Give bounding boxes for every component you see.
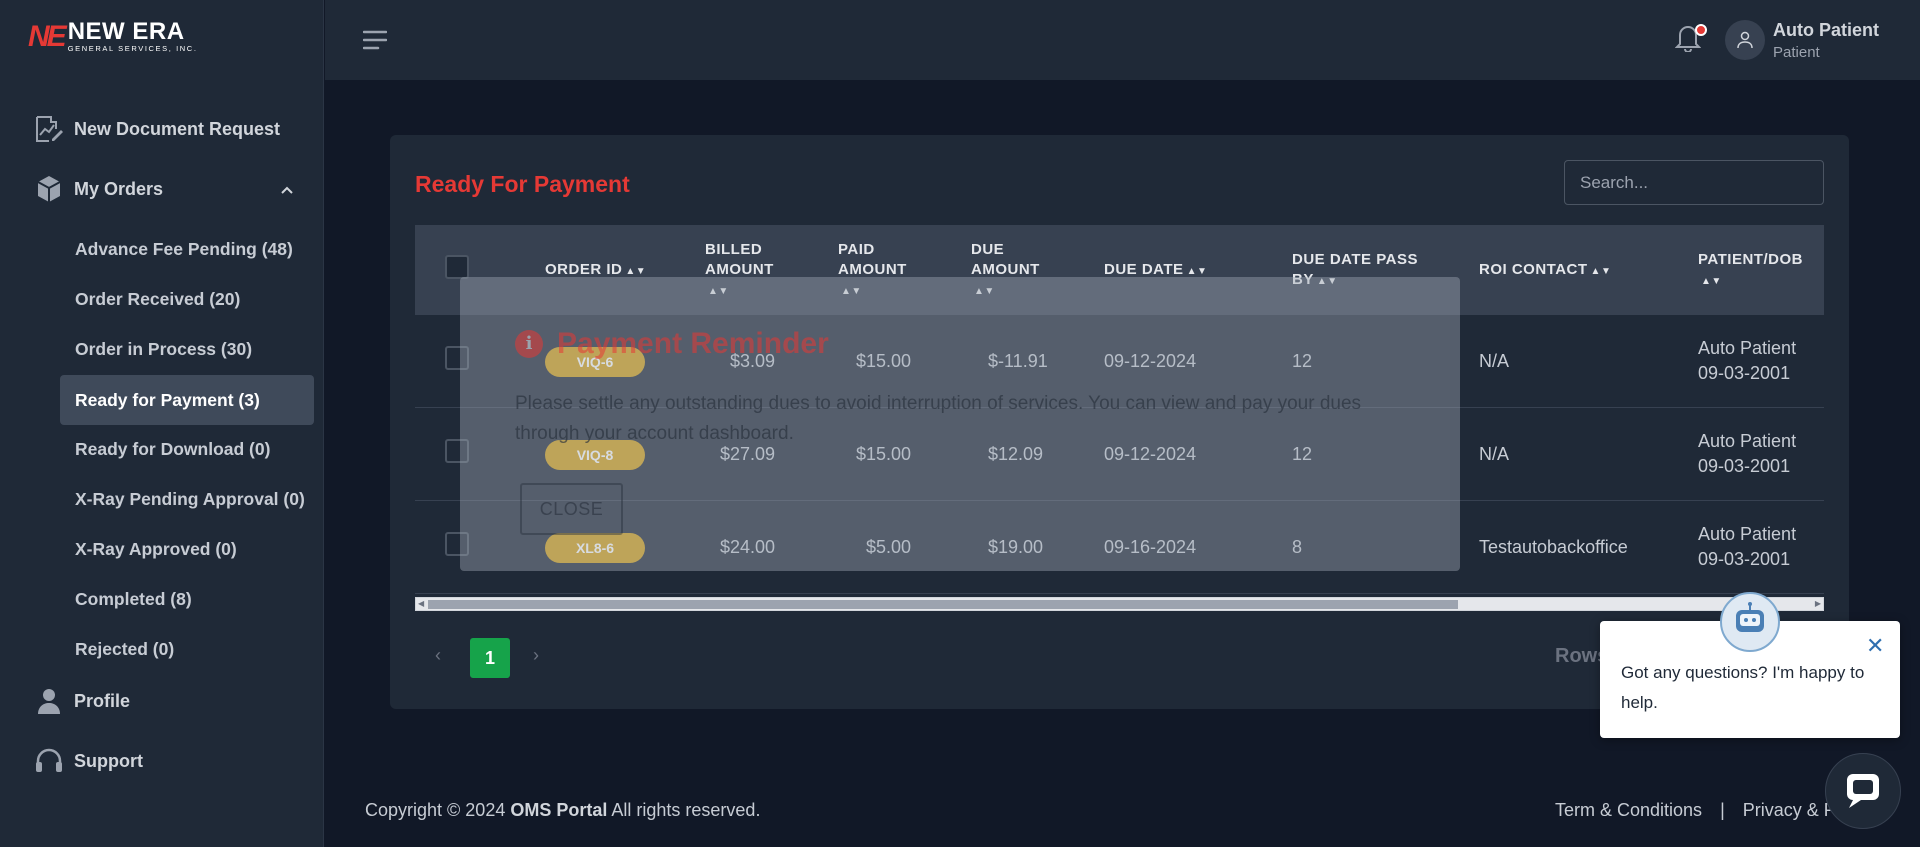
sidebar-item-completed[interactable]: Completed (8) bbox=[75, 589, 192, 610]
sort-icon: ▲▼ bbox=[1590, 266, 1612, 277]
column-header-roi-contact[interactable]: ROI CONTACT ▲▼ bbox=[1479, 260, 1611, 282]
scroll-left-arrow-icon[interactable]: ◀ bbox=[418, 598, 424, 610]
sidebar: NE NEW ERA GENERAL SERVICES, INC. New Do… bbox=[0, 0, 324, 847]
privacy-link[interactable]: Privacy & P bbox=[1743, 800, 1836, 821]
sidebar-item-label: My Orders bbox=[74, 178, 164, 199]
close-icon[interactable]: ✕ bbox=[1866, 633, 1884, 659]
terms-link[interactable]: Term & Conditions bbox=[1555, 800, 1702, 821]
chat-message: Got any questions? I'm happy to help. bbox=[1621, 663, 1865, 712]
patient-dob: 09-03-2001 bbox=[1698, 456, 1791, 476]
brand-name: NEW ERA bbox=[67, 18, 185, 45]
footer-links: Term & Conditions | Privacy & P bbox=[1555, 800, 1836, 821]
sidebar-item-my-orders[interactable]: My Orders bbox=[34, 174, 163, 204]
modal-close-button[interactable]: CLOSE bbox=[520, 483, 623, 535]
pagination-prev[interactable]: ‹ bbox=[435, 645, 441, 666]
scroll-right-arrow-icon[interactable]: ▶ bbox=[1815, 598, 1821, 610]
chatbot-avatar-icon bbox=[1720, 592, 1780, 652]
sidebar-item-label: Support bbox=[74, 750, 143, 771]
sidebar-item-label: Profile bbox=[74, 690, 131, 711]
document-edit-icon bbox=[34, 114, 64, 144]
user-icon bbox=[34, 686, 64, 716]
patient-dob: 09-03-2001 bbox=[1698, 363, 1791, 383]
payment-reminder-modal: i Payment Reminder Please settle any out… bbox=[460, 277, 1460, 571]
search-input[interactable] bbox=[1564, 160, 1824, 205]
sidebar-item-advance-fee-pending[interactable]: Advance Fee Pending (48) bbox=[75, 239, 293, 260]
brand-logo[interactable]: NE NEW ERA GENERAL SERVICES, INC. bbox=[28, 20, 198, 54]
patient-name: Auto Patient bbox=[1698, 338, 1797, 358]
footer-portal-name: OMS Portal bbox=[510, 800, 608, 820]
notification-dot bbox=[1695, 24, 1707, 36]
sidebar-item-label: New Document Request bbox=[74, 118, 281, 139]
roi-contact: N/A bbox=[1479, 444, 1510, 464]
sidebar-item-support[interactable]: Support bbox=[34, 746, 143, 776]
sidebar-item-ready-for-payment[interactable]: Ready for Payment (3) bbox=[60, 375, 314, 425]
modal-title: i Payment Reminder bbox=[515, 327, 829, 361]
patient-name: Auto Patient bbox=[1698, 431, 1797, 451]
sidebar-item-order-received[interactable]: Order Received (20) bbox=[75, 289, 240, 310]
chat-bubble-icon bbox=[1847, 774, 1879, 808]
page-title: Ready For Payment bbox=[415, 171, 630, 197]
avatar[interactable] bbox=[1725, 20, 1765, 60]
sidebar-item-profile[interactable]: Profile bbox=[34, 686, 130, 716]
user-role: Patient bbox=[1773, 44, 1820, 61]
roi-contact: N/A bbox=[1479, 351, 1510, 371]
pagination-current-page[interactable]: 1 bbox=[470, 638, 510, 678]
sidebar-item-xray-pending-approval[interactable]: X-Ray Pending Approval (0) bbox=[75, 489, 305, 510]
horizontal-scrollbar[interactable]: ◀ ▶ bbox=[415, 597, 1824, 611]
menu-toggle-icon[interactable] bbox=[362, 30, 388, 55]
brand-subtitle: GENERAL SERVICES, INC. bbox=[67, 44, 198, 53]
top-header: Auto Patient Patient bbox=[325, 0, 1920, 80]
column-header-patient-dob[interactable]: PATIENT/DOB ▲▼ bbox=[1698, 250, 1803, 292]
footer-copyright: Copyright © 2024 OMS Portal All rights r… bbox=[365, 800, 761, 820]
sidebar-item-order-in-process[interactable]: Order in Process (30) bbox=[75, 339, 252, 360]
footer-divider: | bbox=[1720, 800, 1725, 820]
sort-icon: ▲▼ bbox=[1701, 276, 1722, 287]
sidebar-item-xray-approved[interactable]: X-Ray Approved (0) bbox=[75, 539, 237, 560]
headset-icon bbox=[34, 746, 64, 776]
sidebar-item-new-document-request[interactable]: New Document Request bbox=[34, 114, 280, 144]
scrollbar-thumb[interactable] bbox=[428, 600, 1458, 609]
select-all-checkbox[interactable] bbox=[445, 255, 469, 279]
user-name[interactable]: Auto Patient bbox=[1773, 20, 1879, 41]
roi-contact: Testautobackoffice bbox=[1479, 537, 1628, 557]
pagination-next[interactable]: › bbox=[533, 645, 539, 666]
brand-mark: NE bbox=[28, 20, 67, 53]
chevron-up-icon[interactable] bbox=[280, 182, 294, 200]
box-icon bbox=[34, 174, 64, 204]
info-icon: i bbox=[515, 330, 543, 358]
patient-name: Auto Patient bbox=[1698, 524, 1797, 544]
modal-message: Please settle any outstanding dues to av… bbox=[515, 393, 1362, 444]
chat-launcher-button[interactable] bbox=[1825, 753, 1901, 829]
sidebar-item-ready-for-download[interactable]: Ready for Download (0) bbox=[75, 439, 270, 460]
sidebar-item-rejected[interactable]: Rejected (0) bbox=[75, 639, 174, 660]
patient-dob: 09-03-2001 bbox=[1698, 549, 1791, 569]
